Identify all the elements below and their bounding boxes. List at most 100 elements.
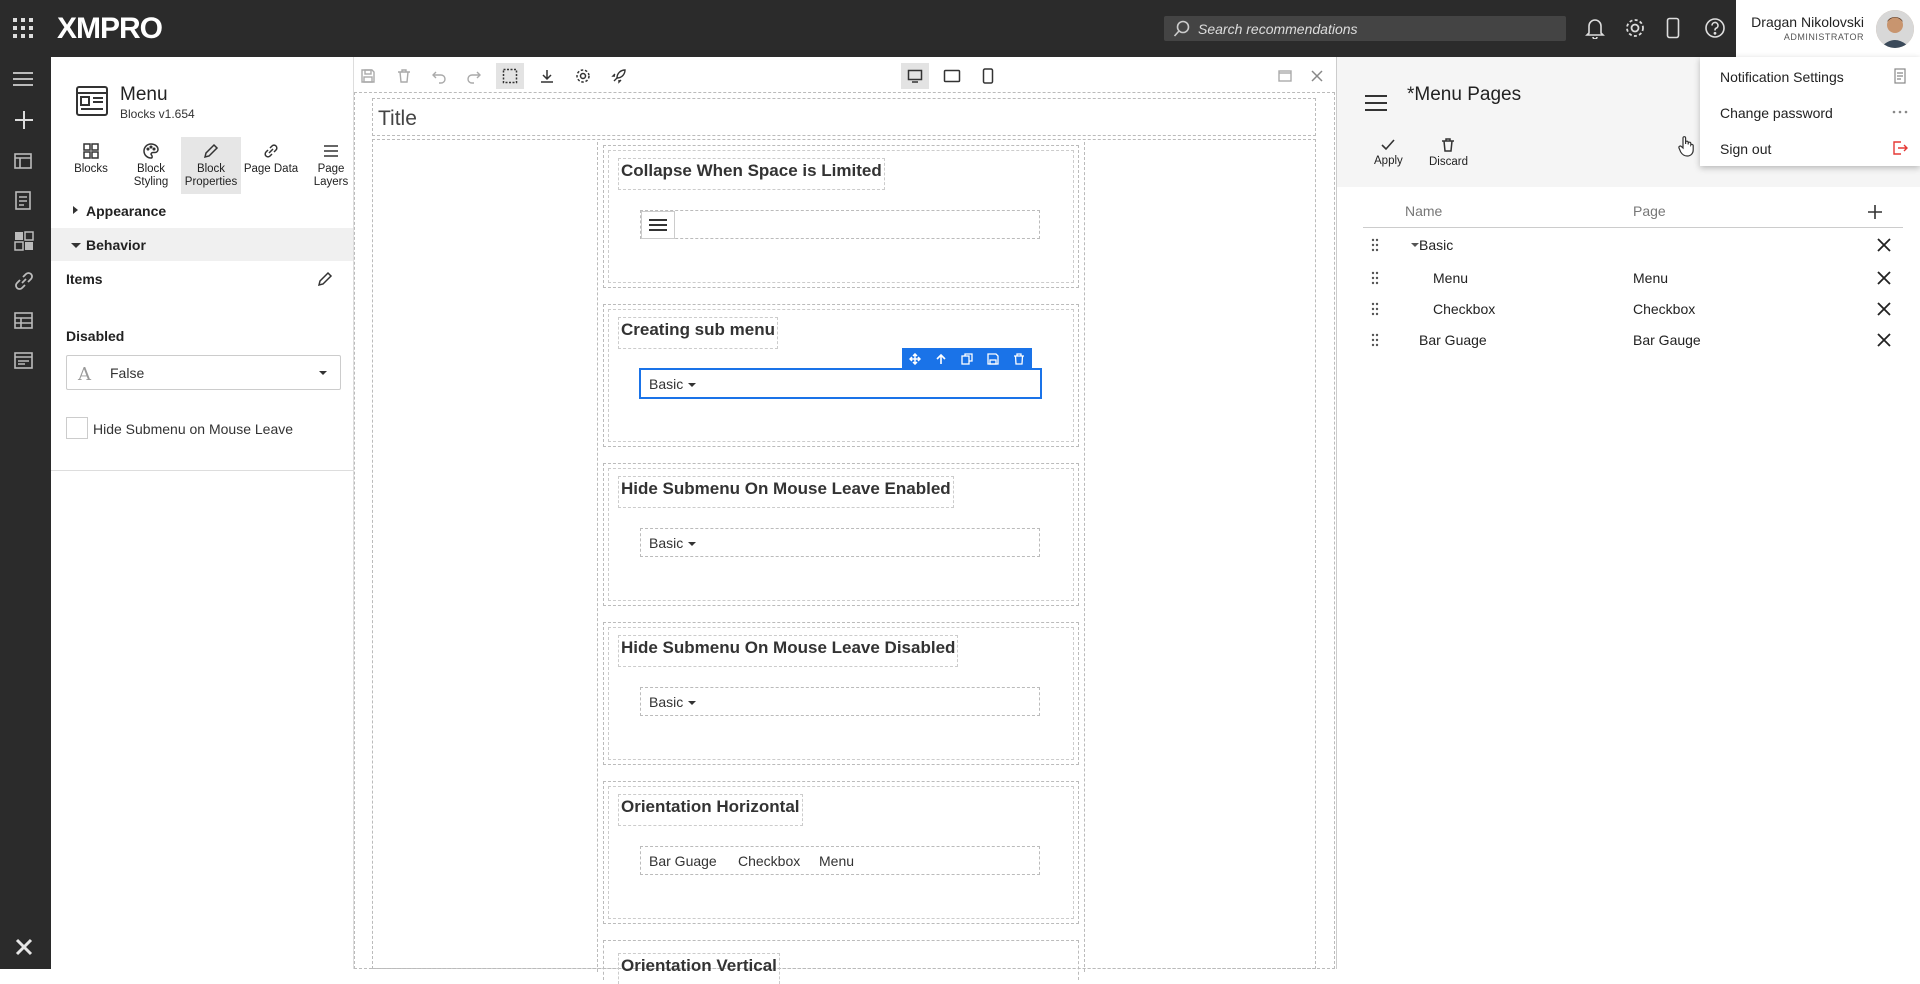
undo-icon[interactable] [425, 63, 453, 89]
remove-row-icon[interactable] [1877, 238, 1891, 252]
menu-block[interactable]: Bar Guage Checkbox Menu [640, 846, 1040, 875]
block-toolbar [902, 348, 1032, 369]
apps-icon[interactable] [13, 151, 35, 173]
link-icon [264, 144, 278, 158]
block-properties-panel: Menu Blocks v1.654 Blocks Block Styling … [51, 57, 354, 969]
save-icon[interactable] [354, 63, 382, 89]
drag-handle-icon[interactable] [1371, 271, 1379, 285]
hamburger-icon[interactable] [13, 70, 37, 88]
add-row-plus-icon[interactable] [1867, 204, 1883, 220]
page-title[interactable]: Title [378, 107, 417, 131]
remove-row-icon[interactable] [1877, 333, 1891, 347]
card-creating-sub-menu[interactable]: Creating sub menu Basic [603, 304, 1079, 447]
appearance-section-header[interactable]: Appearance [51, 194, 353, 227]
move-icon[interactable] [909, 352, 921, 365]
select-parent-icon[interactable] [935, 353, 947, 365]
redo-icon[interactable] [460, 63, 488, 89]
delete-icon[interactable] [390, 63, 418, 89]
xmpro-x-logo-icon[interactable] [14, 937, 34, 957]
table-row-checkbox[interactable]: Checkbox Checkbox [1363, 293, 1903, 324]
menu-item-checkbox[interactable]: Checkbox [738, 853, 800, 869]
menu-item-basic[interactable]: Basic [649, 376, 697, 392]
hamburger-icon[interactable] [1365, 94, 1387, 112]
card-hide-submenu-enabled[interactable]: Hide Submenu On Mouse Leave Enabled Basi… [603, 463, 1079, 606]
search-box[interactable] [1164, 16, 1566, 41]
data-stream-icon[interactable] [13, 310, 35, 332]
drag-handle-icon[interactable] [1371, 302, 1379, 316]
remove-row-icon[interactable] [1877, 271, 1891, 285]
close-icon[interactable] [1303, 63, 1331, 89]
palette-icon [143, 143, 159, 159]
search-icon [1173, 20, 1191, 38]
tab-block-properties[interactable]: Block Properties [181, 137, 241, 194]
tab-page-layers[interactable]: Page Layers [301, 137, 361, 194]
card-collapse-when-space-limited[interactable]: Collapse When Space is Limited [603, 145, 1079, 288]
menu-block[interactable]: Basic [640, 687, 1040, 716]
menu-hamburger-button[interactable] [641, 211, 675, 239]
menu-block-selected[interactable]: Basic [639, 348, 1042, 399]
gear-icon[interactable] [1624, 17, 1646, 39]
page-title-block[interactable] [372, 98, 1316, 136]
menu-item-notification-settings[interactable]: Notification Settings [1720, 69, 1844, 85]
drag-handle-icon[interactable] [1371, 333, 1379, 347]
mobile-icon[interactable] [1666, 17, 1680, 39]
add-icon[interactable] [13, 109, 37, 133]
expand-caret-icon[interactable] [1411, 243, 1419, 247]
tab-blocks[interactable]: Blocks [61, 137, 121, 194]
app-logo[interactable]: XMPRO [57, 12, 163, 46]
row-page: Bar Gauge [1633, 332, 1701, 348]
desktop-view-icon[interactable] [901, 63, 929, 89]
menu-item-basic[interactable]: Basic [649, 535, 697, 551]
link-icon[interactable] [13, 270, 35, 292]
settings-icon[interactable] [569, 63, 597, 89]
tab-block-styling[interactable]: Block Styling [121, 137, 181, 194]
help-icon[interactable] [1704, 17, 1726, 39]
search-input[interactable] [1198, 16, 1558, 41]
tab-label: Block Properties [184, 163, 238, 188]
discard-button[interactable]: Discard [1429, 137, 1468, 168]
maximize-icon[interactable] [1271, 63, 1299, 89]
save-block-icon[interactable] [987, 352, 999, 365]
menu-item-sign-out[interactable]: Sign out [1720, 141, 1771, 157]
menu-item-change-password[interactable]: Change password [1720, 105, 1833, 121]
tab-page-data[interactable]: Page Data [241, 137, 301, 194]
chevron-down-icon [319, 371, 327, 375]
recommendations-icon[interactable] [13, 190, 35, 212]
drag-handle-icon[interactable] [1371, 238, 1379, 252]
menu-item-bar-guage[interactable]: Bar Guage [649, 853, 717, 869]
card-orientation-vertical[interactable]: Orientation Vertical [603, 940, 1079, 984]
app-launcher-icon[interactable] [12, 17, 34, 39]
bell-icon[interactable] [1585, 17, 1605, 39]
download-icon[interactable] [533, 63, 561, 89]
trash-icon[interactable] [1013, 352, 1025, 365]
behavior-section-header[interactable]: Behavior [51, 228, 353, 261]
phone-view-icon[interactable] [974, 63, 1002, 89]
collections-icon[interactable] [13, 350, 35, 372]
select-mode-icon[interactable] [496, 63, 524, 89]
table-row-menu[interactable]: Menu Menu [1363, 262, 1903, 293]
disabled-select[interactable]: A False [66, 355, 341, 390]
menu-item-menu[interactable]: Menu [819, 853, 854, 869]
duplicate-icon[interactable] [961, 352, 973, 365]
menu-block[interactable] [640, 210, 1040, 239]
menu-item-basic[interactable]: Basic [649, 694, 697, 710]
dashboard-icon[interactable] [13, 230, 35, 252]
publish-rocket-icon[interactable] [605, 63, 633, 89]
ellipsis-icon [1892, 109, 1908, 115]
apply-button[interactable]: Apply [1374, 138, 1403, 167]
menu-block[interactable]: Basic [640, 528, 1040, 557]
row-name: Menu [1433, 270, 1469, 286]
column-header-name[interactable]: Name [1405, 203, 1442, 219]
table-row-bar-guage[interactable]: Bar Guage Bar Gauge [1363, 324, 1903, 355]
edit-items-pencil-icon[interactable] [317, 271, 333, 287]
user-card[interactable]: Dragan Nikolovski ADMINISTRATOR [1736, 0, 1920, 57]
table-row-basic[interactable]: Basic [1363, 229, 1903, 260]
hide-submenu-checkbox[interactable] [66, 417, 88, 439]
remove-row-icon[interactable] [1877, 302, 1891, 316]
tablet-view-icon[interactable] [938, 63, 966, 89]
card-hide-submenu-disabled[interactable]: Hide Submenu On Mouse Leave Disabled Bas… [603, 622, 1079, 765]
layers-icon [324, 145, 338, 157]
avatar[interactable] [1876, 10, 1914, 48]
column-header-page[interactable]: Page [1633, 203, 1666, 219]
card-orientation-horizontal[interactable]: Orientation Horizontal Bar Guage Checkbo… [603, 781, 1079, 924]
